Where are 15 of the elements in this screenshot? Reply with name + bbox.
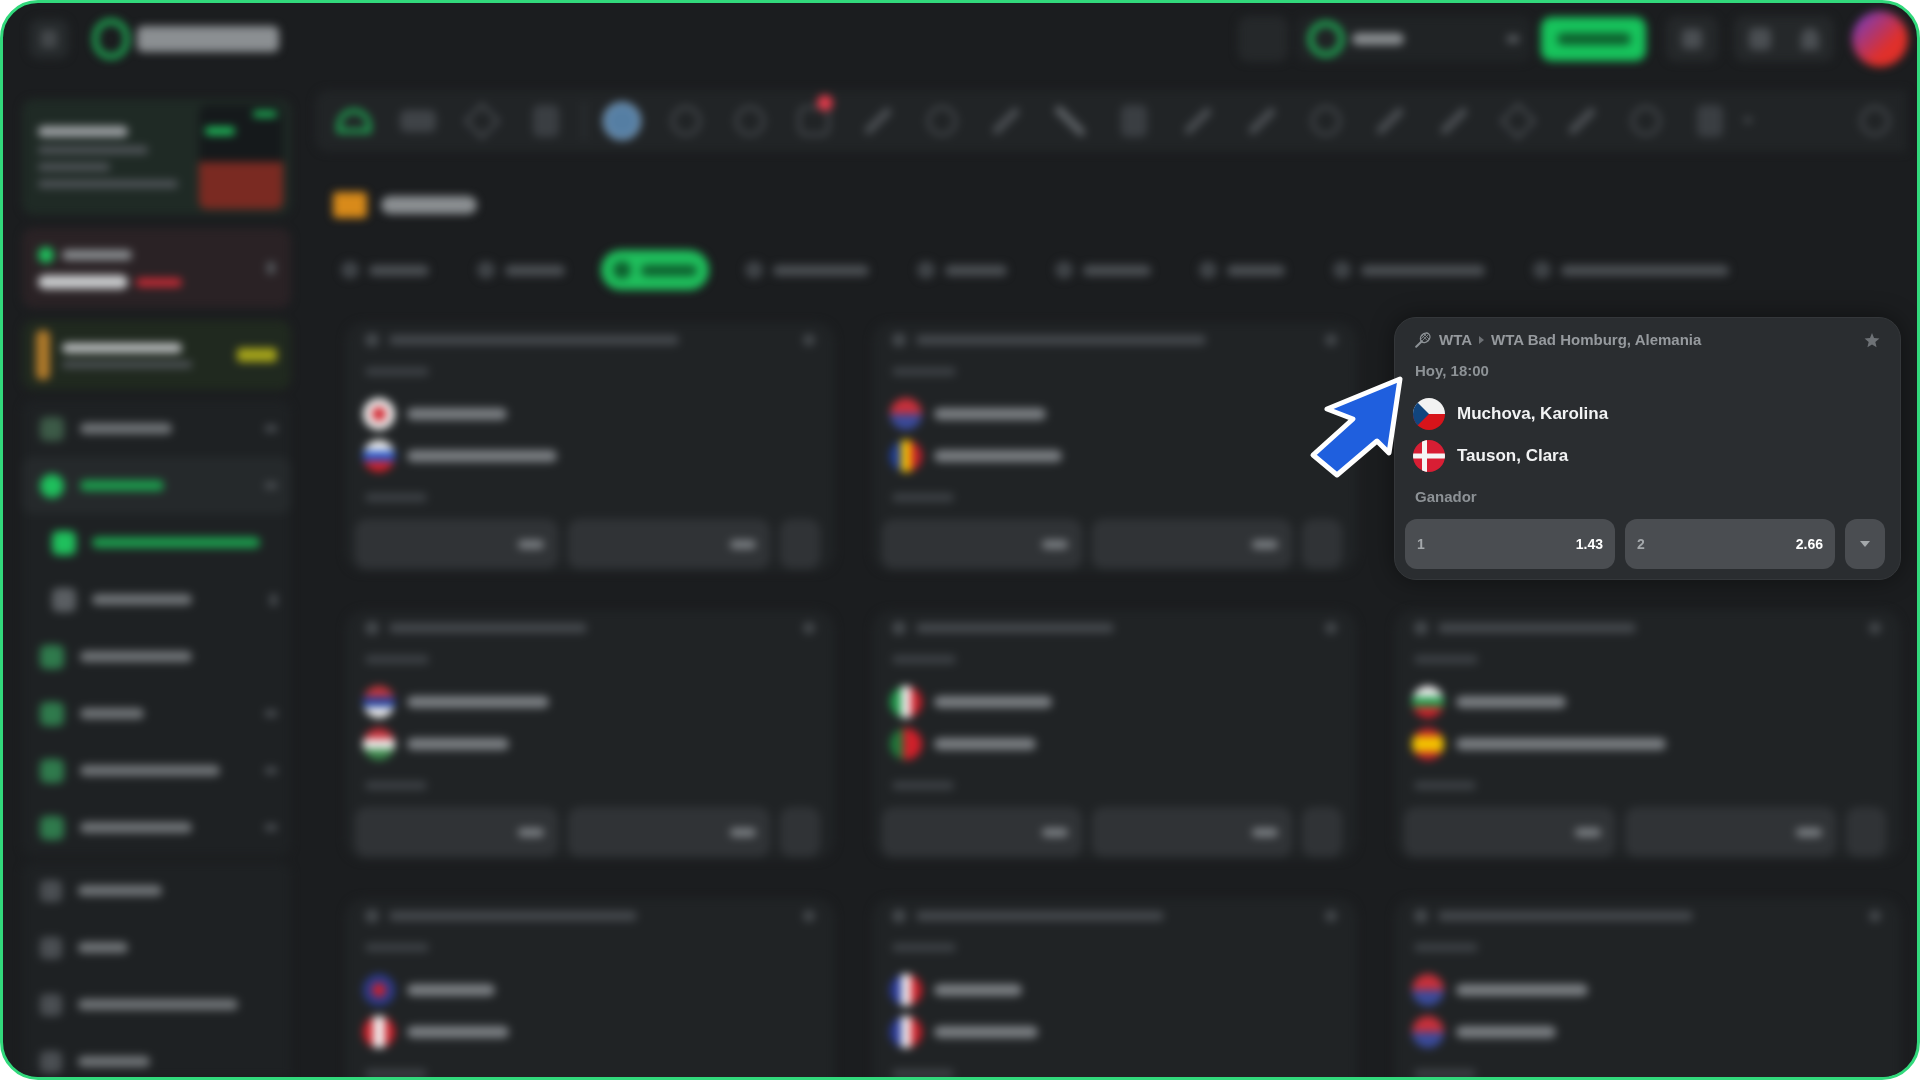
- league-label: WTA: [1439, 329, 1473, 350]
- tournament-name: WTA Bad Homburg, Alemania: [1491, 329, 1702, 350]
- star-icon[interactable]: [1864, 332, 1880, 348]
- market-label: Ganador: [1415, 486, 1477, 507]
- player-name: Muchova, Karolina: [1457, 403, 1609, 426]
- tennis-racket-icon: [1415, 332, 1431, 348]
- odds-button[interactable]: 2 2.66: [1625, 519, 1835, 569]
- odds-button[interactable]: 1 1.43: [1405, 519, 1615, 569]
- danish-flag-icon: [1413, 440, 1445, 472]
- match-time: Hoy, 18:00: [1415, 360, 1489, 381]
- player-name: Tauson, Clara: [1457, 445, 1569, 468]
- more-markets-button[interactable]: [1845, 519, 1885, 569]
- caret-down-icon: [1860, 541, 1870, 547]
- czech-flag-icon: [1413, 398, 1445, 430]
- caret-right-icon: [1479, 336, 1485, 344]
